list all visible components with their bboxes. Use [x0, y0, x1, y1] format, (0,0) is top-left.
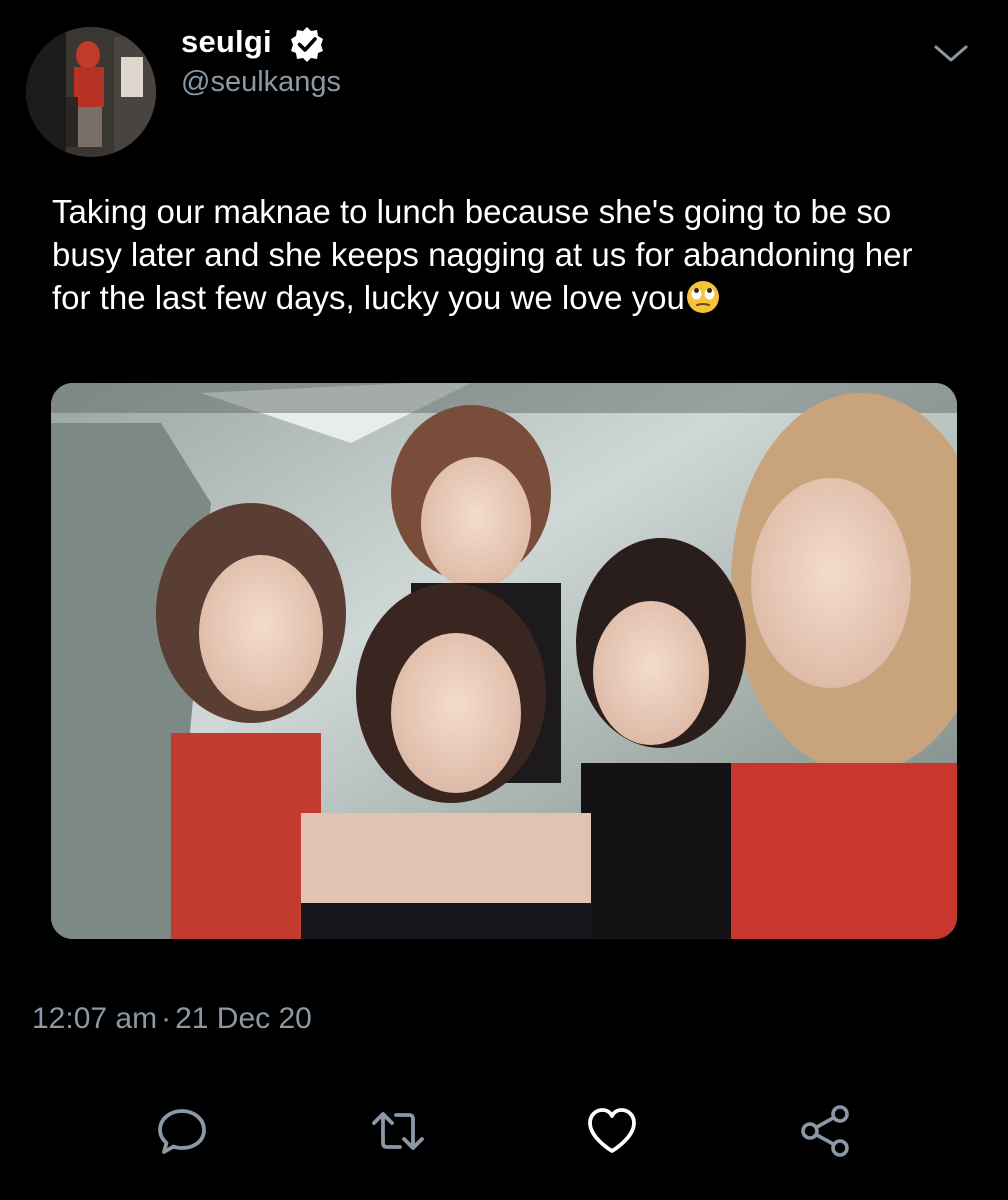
user-handle[interactable]: @seulkangs [181, 66, 341, 99]
tweet-photo[interactable] [51, 383, 957, 939]
tweet-header: seulgi @seulkangs [0, 0, 1008, 170]
tweet-timestamp[interactable]: 12:07 am · 21 Dec 20 [32, 1002, 312, 1036]
tweet-body: Taking our maknae to lunch because she's… [52, 193, 913, 316]
display-name[interactable]: seulgi [181, 24, 272, 60]
timestamp-time: 12:07 am [32, 1002, 158, 1035]
action-bar [0, 1095, 1008, 1175]
avatar[interactable] [26, 27, 156, 157]
reply-icon[interactable] [154, 1103, 210, 1159]
timestamp-date: 21 Dec 20 [175, 1002, 312, 1035]
like-icon[interactable] [584, 1103, 640, 1159]
retweet-icon[interactable] [370, 1103, 426, 1159]
share-icon[interactable] [798, 1103, 854, 1159]
chevron-down-icon[interactable] [932, 38, 970, 68]
verified-badge-icon [287, 24, 327, 64]
timestamp-separator: · [161, 1002, 172, 1035]
face-with-rolling-eyes-icon [685, 279, 721, 315]
tweet-text: Taking our maknae to lunch because she's… [52, 190, 952, 319]
